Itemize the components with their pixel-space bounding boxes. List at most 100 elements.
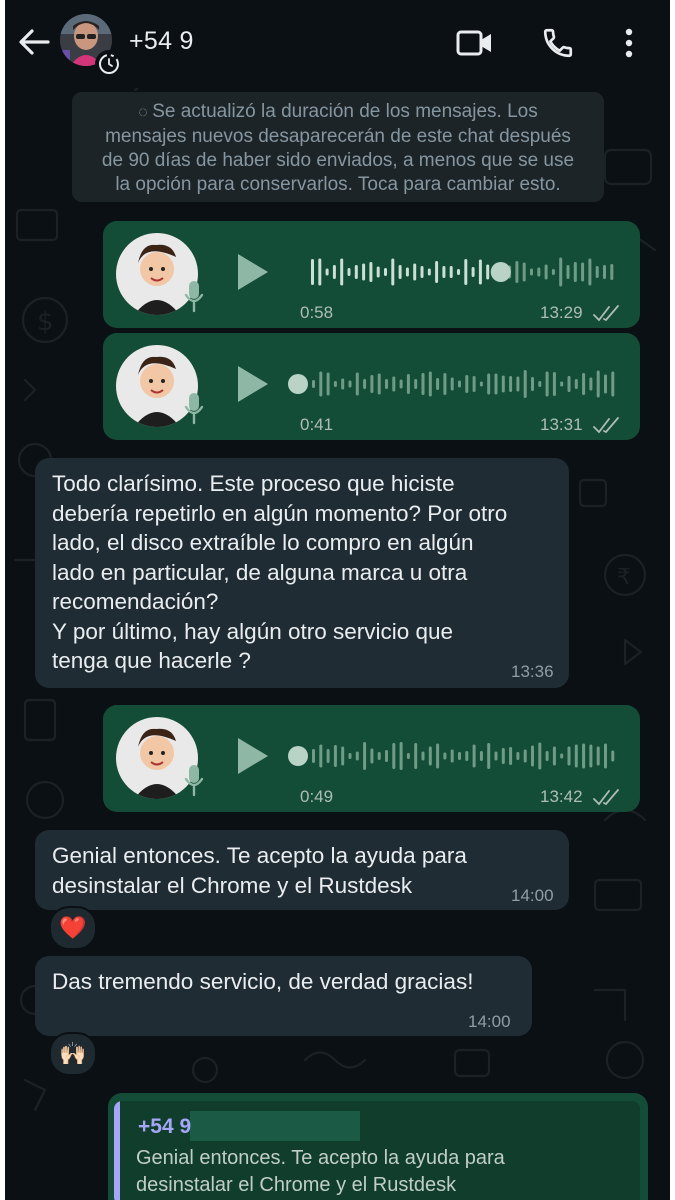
waveform-bar: [369, 262, 373, 282]
waveform-bar: [486, 264, 490, 280]
waveform-bar: [443, 373, 447, 395]
waveform-bar: [385, 750, 388, 762]
waveform-bar: [363, 379, 367, 389]
playback-knob[interactable]: [288, 374, 308, 394]
waveform-bar: [312, 380, 315, 388]
waveform-bar: [501, 748, 505, 764]
waveform-bar: [545, 371, 549, 397]
quote-author: +54 9: [138, 1115, 192, 1138]
waveform-bar: [427, 268, 431, 276]
waveform-bar: [363, 742, 367, 770]
waveform-bar: [464, 259, 468, 285]
chat-screen: $ ₹ +54 9 ◌ Se actualizó la duración de …: [5, 0, 670, 1200]
waveform-bar: [318, 258, 322, 286]
waveform-bar: [567, 746, 571, 766]
waveform-bar: [332, 265, 336, 279]
waveform-bar: [611, 371, 615, 397]
waveform-bar: [567, 376, 571, 392]
incoming-message[interactable]: Todo clarísimo. Este proceso que hiciste…: [35, 458, 569, 688]
waveform-bar: [604, 374, 607, 394]
more-vertical-icon[interactable]: [623, 27, 635, 59]
waveform-bar: [341, 746, 345, 766]
waveform[interactable]: [288, 737, 623, 775]
playback-knob[interactable]: [288, 746, 308, 766]
voice-message[interactable]: 0:41 13:31: [103, 333, 640, 440]
waveform-bar: [573, 262, 577, 282]
contact-name[interactable]: +54 9: [129, 27, 194, 56]
waveform-bar: [603, 265, 606, 279]
quoted-message[interactable]: +54 9 Genial entonces. Te acepto la ayud…: [114, 1101, 640, 1200]
svg-text:₹: ₹: [617, 565, 631, 590]
waveform-bar: [560, 381, 564, 387]
quote-text-line: desinstalar el Chrome y el Rustdesk: [136, 1174, 457, 1196]
message-time: 13:42: [540, 787, 583, 806]
waveform-bar: [348, 380, 352, 388]
message-text-line: debería repetirlo en algún momento? Por …: [52, 500, 508, 526]
reply-preview-bubble[interactable]: +54 9 Genial entonces. Te acepto la ayud…: [108, 1093, 648, 1200]
voice-duration: 0:41: [300, 415, 334, 434]
video-camera-icon[interactable]: [456, 29, 494, 57]
waveform-bar: [531, 377, 534, 391]
play-button-icon[interactable]: [235, 364, 271, 404]
waveform-bar: [478, 259, 482, 285]
reaction-badge[interactable]: 🙌🏻: [49, 1032, 97, 1076]
quote-text: Genial entonces. Te acepto la ayuda para…: [136, 1145, 505, 1199]
waveform-bar: [589, 744, 593, 768]
message-time: 13:29: [540, 303, 583, 322]
voice-message[interactable]: 0:58 13:29: [103, 221, 640, 328]
disappearing-messages-notice[interactable]: ◌ Se actualizó la duración de los mensaj…: [72, 92, 604, 202]
notice-line: de 90 días de haber sido enviados, a men…: [101, 150, 575, 171]
waveform-bar: [465, 751, 469, 761]
waveform-bar: [348, 753, 352, 759]
phone-icon[interactable]: [541, 26, 575, 60]
waveform-bar: [414, 379, 418, 389]
waveform-bar: [471, 267, 475, 277]
waveform-bar: [362, 263, 366, 281]
message-text-line: lado, el disco extraíble lo compro en al…: [52, 530, 474, 555]
waveform-bar: [538, 381, 542, 387]
waveform-bar: [589, 377, 593, 391]
voice-message[interactable]: 0:49 13:42: [103, 705, 640, 812]
waveform[interactable]: [288, 365, 623, 403]
waveform-bar: [530, 268, 533, 276]
waveform-bar: [354, 265, 358, 279]
waveform-bar: [458, 380, 461, 388]
waveform-bar: [472, 376, 476, 392]
message-text-line: lado en particular, de alguna marca u ot…: [52, 559, 468, 585]
waveform-bar: [522, 262, 526, 282]
waveform-bar: [435, 261, 439, 283]
waveform-bar: [545, 751, 549, 761]
waveform-bar: [377, 752, 381, 760]
message-text-line: Das tremendo servicio, de verdad gracias…: [52, 969, 474, 994]
waveform-bar: [370, 748, 374, 764]
incoming-message[interactable]: Das tremendo servicio, de verdad gracias…: [35, 956, 532, 1036]
incoming-message[interactable]: Genial entonces. Te acepto la ayuda para…: [35, 830, 569, 910]
double-check-icon: [593, 789, 619, 806]
play-button-icon[interactable]: [235, 252, 271, 292]
message-text-line: Y por último, hay algún otro servicio qu…: [52, 618, 454, 644]
timer-icon: ◌: [138, 104, 153, 121]
waveform-bar: [465, 375, 469, 393]
reaction-badge[interactable]: ❤️: [49, 906, 97, 950]
waveform-bar: [333, 381, 337, 387]
waveform-bar: [355, 372, 359, 396]
waveform-bar: [370, 375, 374, 393]
waveform-bar: [406, 753, 410, 759]
waveform-bar: [391, 258, 395, 286]
waveform-bar: [582, 743, 586, 769]
message-text-line: recomendación?: [52, 589, 219, 614]
arrow-left-icon[interactable]: [18, 28, 50, 56]
waveform-bar: [392, 376, 396, 392]
message-text-line: Genial entonces. Te acepto la ayuda para: [52, 843, 467, 868]
waveform-bar: [560, 753, 564, 759]
waveform-bar: [582, 373, 586, 395]
waveform-bar: [457, 269, 460, 275]
play-button-icon[interactable]: [235, 736, 271, 776]
playback-knob[interactable]: [490, 262, 511, 282]
waveform-bar: [406, 374, 410, 394]
waveform-bar: [516, 376, 520, 392]
waveform[interactable]: [305, 253, 625, 291]
waveform-bar: [333, 745, 337, 767]
voice-duration: 0:58: [300, 303, 334, 322]
waveform-bar: [341, 378, 345, 390]
